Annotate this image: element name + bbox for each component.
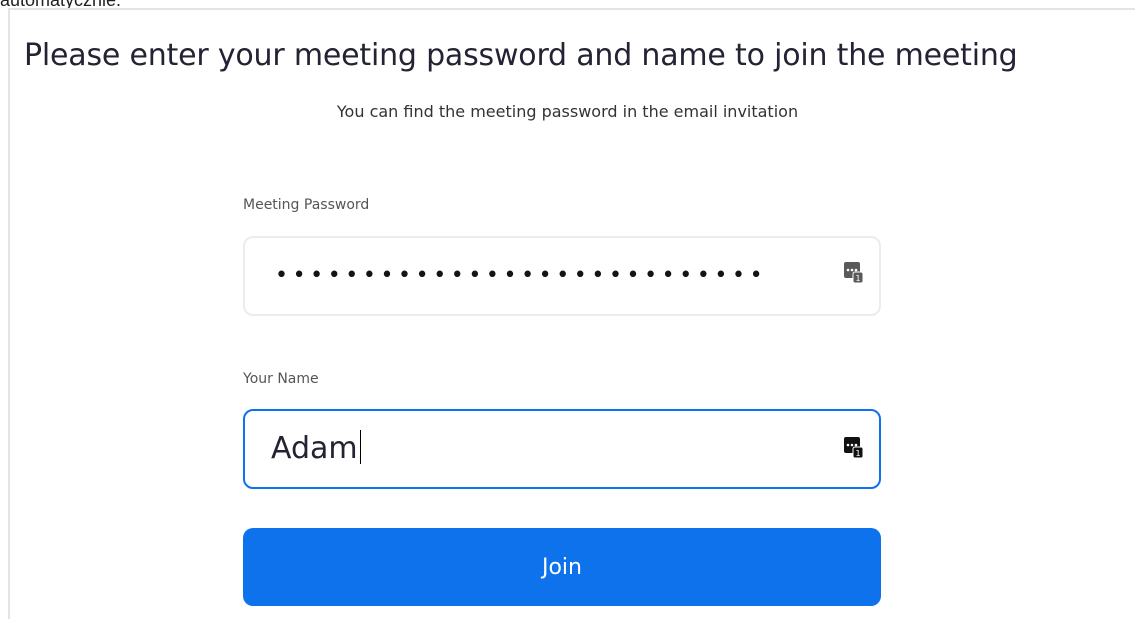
password-manager-icon[interactable]: 1 [844,262,864,284]
text-caret [359,429,361,464]
svg-text:1: 1 [855,449,860,458]
join-meeting-page: automatycznie. Please enter your meeting… [0,0,1135,619]
svg-text:1: 1 [855,274,860,283]
page-title: Please enter your meeting password and n… [24,38,1018,73]
password-manager-icon[interactable]: 1 [844,437,864,459]
meeting-password-label: Meeting Password [243,197,370,213]
your-name-input[interactable]: Adam 1 [243,409,881,489]
masked-password-value: •••••••••••••••••••••••••••• [275,263,768,288]
name-input-value: Adam [271,429,361,469]
meeting-password-input[interactable]: •••••••••••••••••••••••••••• 1 [243,236,881,316]
join-button[interactable]: Join [243,528,881,606]
your-name-label: Your Name [243,371,319,387]
page-subtitle: You can find the meeting password in the… [336,102,799,121]
